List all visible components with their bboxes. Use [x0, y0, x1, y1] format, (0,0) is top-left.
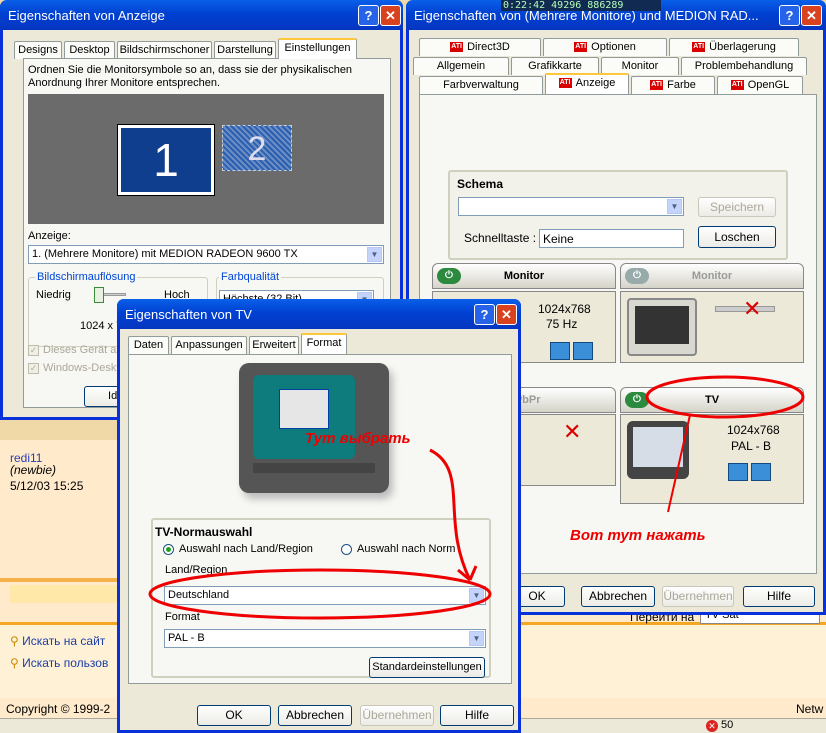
annotation-choose-here: Тут выбрать	[305, 430, 411, 447]
annotation-press-here: Вот тут нажать	[570, 527, 706, 544]
arrow-to-tv	[667, 414, 691, 513]
tab-display[interactable]: ATI Anzeige	[545, 73, 629, 94]
red-annotations	[148, 375, 805, 620]
tab-settings[interactable]: Einstellungen	[278, 38, 357, 59]
country-circle	[148, 568, 492, 620]
tv-header-circle	[645, 375, 805, 419]
arrow-to-country	[429, 448, 478, 582]
tab-format[interactable]: Format	[301, 333, 347, 354]
